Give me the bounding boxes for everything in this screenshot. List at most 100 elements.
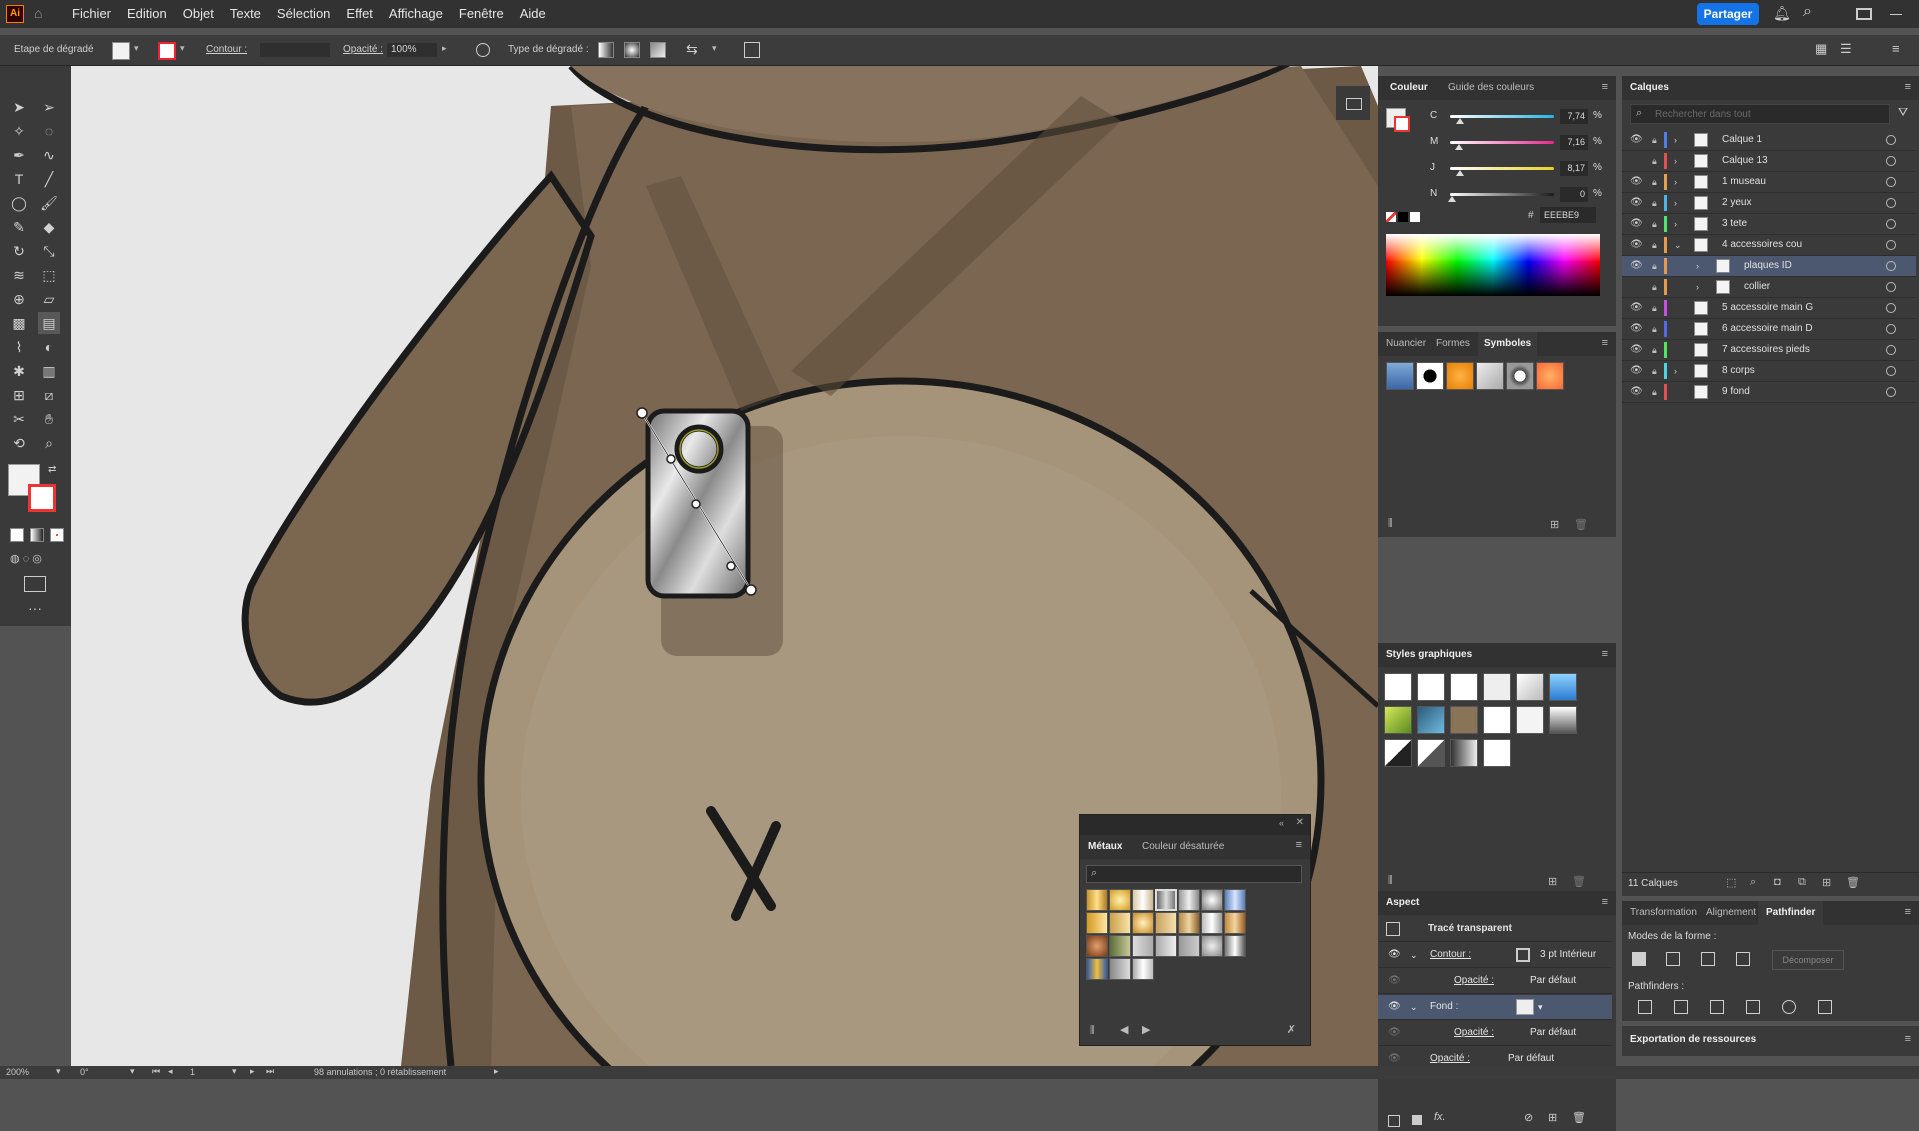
- opacity-field[interactable]: 100%: [387, 43, 437, 57]
- layer-name[interactable]: collier: [1744, 277, 1770, 297]
- artboard-canvas[interactable]: « ✕ Métaux Couleur désaturée ≡ ⌕ ⫼ ◀ ▶ ✗: [71, 66, 1378, 1066]
- graphic-style-swatch[interactable]: [1384, 706, 1412, 734]
- duplicate-item-icon[interactable]: ⊞: [1548, 1111, 1557, 1124]
- white-swatch[interactable]: [1410, 212, 1420, 222]
- chevron-right-icon[interactable]: ▸: [442, 43, 447, 54]
- bell-icon[interactable]: 🔔︎: [1773, 5, 1791, 22]
- eye-icon[interactable]: 👁︎: [1630, 214, 1643, 234]
- eye-icon[interactable]: 👁︎: [1388, 943, 1401, 967]
- eye-icon[interactable]: 👁︎: [1630, 340, 1643, 360]
- target-icon[interactable]: [1886, 156, 1896, 166]
- menu-texte[interactable]: Texte: [222, 0, 269, 28]
- layer-row[interactable]: 👁︎ 🔒︎ › 3 tete: [1622, 214, 1916, 235]
- graphic-style-swatch[interactable]: [1516, 673, 1544, 701]
- symbol-wreath-icon[interactable]: [1506, 362, 1534, 390]
- clip-mask-icon[interactable]: ◘: [1774, 876, 1781, 888]
- column-graph-icon[interactable]: ▥: [38, 360, 60, 382]
- delete-symbol-icon[interactable]: 🗑︎: [1574, 518, 1588, 531]
- target-icon[interactable]: [1886, 387, 1896, 397]
- tab-couleur-desaturee[interactable]: Couleur désaturée: [1142, 835, 1224, 859]
- lock-icon[interactable]: 🔒︎: [1652, 214, 1657, 234]
- layer-row[interactable]: 👁︎ 🔒︎ 6 accessoire main D: [1622, 319, 1916, 340]
- channel-value-field[interactable]: 7,16: [1560, 135, 1588, 150]
- menu-edition[interactable]: Edition: [119, 0, 175, 28]
- lock-icon[interactable]: 🔒︎: [1652, 235, 1657, 255]
- layer-row[interactable]: 👁︎ 🔒︎ › 1 museau: [1622, 172, 1916, 193]
- hand-tool-icon[interactable]: ✋︎: [38, 408, 60, 430]
- tab-symboles[interactable]: Symboles: [1478, 332, 1538, 356]
- metal-swatch[interactable]: [1178, 935, 1200, 957]
- channel-slider-thumb[interactable]: [1448, 196, 1456, 202]
- chevron-right-icon[interactable]: ›: [1696, 256, 1699, 276]
- chevron-down-icon[interactable]: ▾: [712, 43, 717, 54]
- new-symbol-icon[interactable]: ⊞: [1550, 518, 1559, 531]
- crop-icon[interactable]: [1746, 1000, 1760, 1014]
- none-swatch[interactable]: [1386, 212, 1396, 222]
- prev-artboard-icon[interactable]: ◂: [168, 1066, 173, 1077]
- chevron-right-icon[interactable]: ⌄: [1674, 235, 1682, 255]
- panel-menu-icon[interactable]: ≡: [1905, 1033, 1911, 1045]
- next-artboard-icon[interactable]: ▸: [250, 1066, 255, 1077]
- metal-swatch[interactable]: [1201, 935, 1223, 957]
- color-spectrum[interactable]: [1386, 234, 1600, 296]
- menu-fichier[interactable]: Fichier: [64, 0, 119, 28]
- intersect-icon[interactable]: [1701, 952, 1715, 966]
- eraser-tool-icon[interactable]: ◆: [38, 216, 60, 238]
- graphic-style-swatch[interactable]: [1384, 673, 1412, 701]
- symbol-blue-banner-icon[interactable]: [1386, 362, 1414, 390]
- eye-icon[interactable]: 👁︎: [1388, 969, 1401, 993]
- zoom-field[interactable]: 200%: [6, 1067, 29, 1077]
- more-tools-icon[interactable]: ···: [28, 600, 42, 616]
- layer-row[interactable]: 👁︎ 🔒︎ 5 accessoire main G: [1622, 298, 1916, 319]
- outline-icon[interactable]: [1782, 1000, 1796, 1014]
- close-icon[interactable]: ✕: [1296, 817, 1304, 828]
- perspective-grid-icon[interactable]: ▱: [38, 288, 60, 310]
- layer-name[interactable]: Calque 1: [1722, 130, 1762, 150]
- share-button[interactable]: Partager: [1697, 3, 1759, 25]
- tab-alignement[interactable]: Alignement: [1706, 901, 1756, 925]
- aspect-opacity-row[interactable]: 👁︎ Opacité : Par défaut: [1378, 969, 1612, 994]
- metal-swatch[interactable]: [1086, 935, 1108, 957]
- layer-name[interactable]: 9 fond: [1722, 382, 1750, 402]
- chevron-right-icon[interactable]: ›: [1674, 193, 1677, 213]
- eye-icon[interactable]: 👁︎: [1630, 319, 1643, 339]
- tab-couleur[interactable]: Couleur: [1390, 76, 1428, 100]
- home-icon[interactable]: ⌂: [34, 5, 50, 21]
- metal-swatch[interactable]: [1201, 889, 1223, 911]
- styles-library-icon[interactable]: ⫼: [1388, 875, 1393, 886]
- navigator-toggle[interactable]: [1336, 86, 1370, 120]
- target-icon[interactable]: [1886, 198, 1896, 208]
- eye-icon[interactable]: 👁︎: [1630, 193, 1643, 213]
- panel-menu-icon[interactable]: ≡: [1905, 906, 1911, 918]
- target-icon[interactable]: [1886, 219, 1896, 229]
- target-icon[interactable]: [1886, 303, 1896, 313]
- unite-icon[interactable]: [1632, 952, 1646, 966]
- rotate-view-icon[interactable]: ⟲: [8, 432, 30, 454]
- lock-icon[interactable]: 🔒︎: [1652, 151, 1657, 171]
- panel-menu-icon[interactable]: ≡: [1602, 81, 1608, 93]
- globe-icon[interactable]: [476, 43, 490, 57]
- lock-icon[interactable]: 🔒︎: [1652, 319, 1657, 339]
- metal-swatch[interactable]: [1132, 889, 1154, 911]
- black-swatch[interactable]: [1398, 212, 1408, 222]
- metal-swatch[interactable]: [1109, 889, 1131, 911]
- shape-builder-icon[interactable]: ⊕: [8, 288, 30, 310]
- layer-row[interactable]: 👁︎ 🔒︎ › Calque 1: [1622, 130, 1916, 151]
- gradient-mode-button[interactable]: [30, 528, 44, 542]
- exclude-icon[interactable]: [1736, 952, 1750, 966]
- panel-menu-icon[interactable]: ≡: [1296, 839, 1302, 851]
- graphic-style-swatch[interactable]: [1417, 739, 1445, 767]
- graphic-style-swatch[interactable]: [1417, 706, 1445, 734]
- chevron-right-icon[interactable]: ›: [1674, 151, 1677, 171]
- channel-value-field[interactable]: 7,74: [1560, 109, 1588, 124]
- direct-selection-tool-icon[interactable]: ➢: [38, 96, 60, 118]
- panel-options-icon[interactable]: ☰: [1840, 41, 1852, 57]
- menu-objet[interactable]: Objet: [175, 0, 222, 28]
- chevron-right-icon[interactable]: ›: [1674, 214, 1677, 234]
- metal-swatch[interactable]: [1109, 958, 1131, 980]
- stroke-swatch[interactable]: [158, 42, 176, 60]
- color-mode-button[interactable]: [10, 528, 24, 542]
- symbol-ribbon-icon[interactable]: [1476, 362, 1504, 390]
- metal-swatch[interactable]: [1132, 935, 1154, 957]
- metal-swatch[interactable]: [1224, 889, 1246, 911]
